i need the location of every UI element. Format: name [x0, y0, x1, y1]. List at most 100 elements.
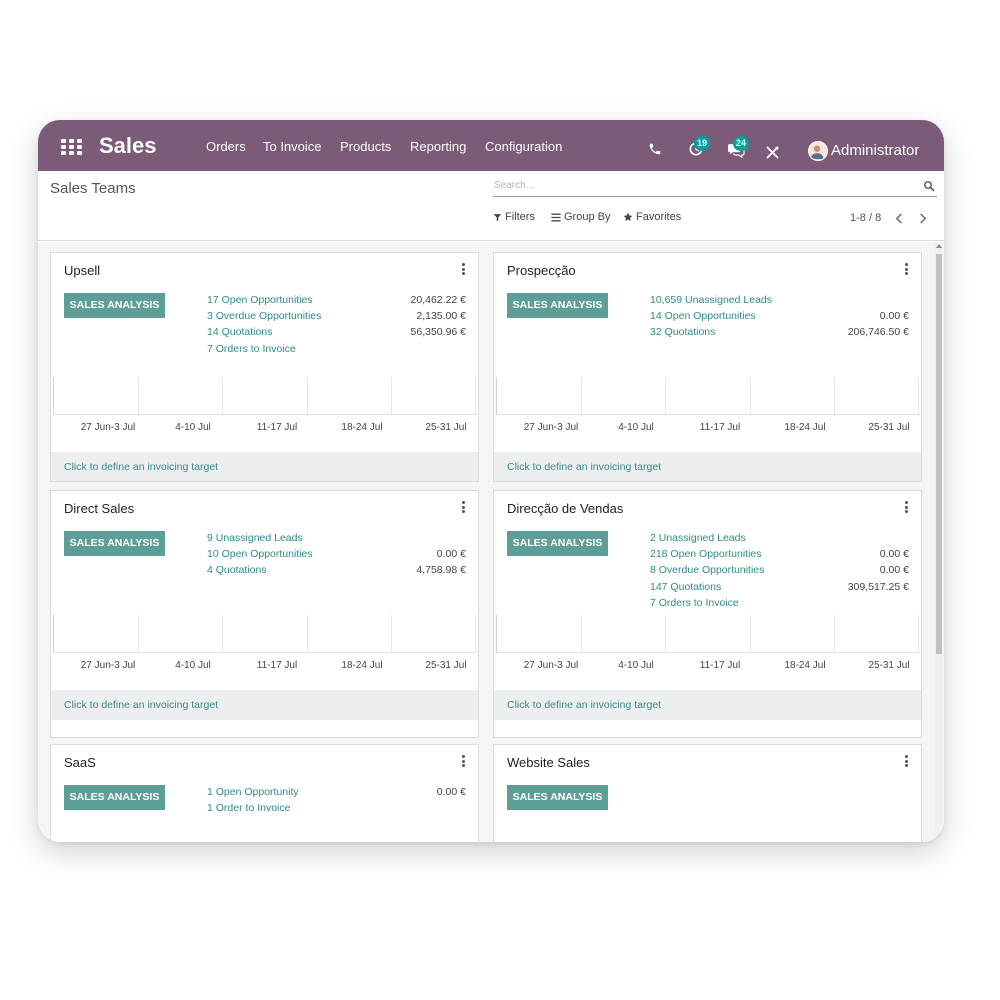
invoicing-target-link[interactable]: Click to define an invoicing target	[507, 699, 661, 711]
graph-gridline	[391, 615, 392, 653]
favorites-button[interactable]: Favorites	[623, 211, 681, 223]
graph-tick-label: 11-17 Jul	[256, 422, 298, 433]
sales-analysis-button[interactable]: SALES ANALYSIS	[507, 531, 608, 556]
graph-tick-label: 18-24 Jul	[341, 422, 383, 433]
stat-row: 4 Quotations 4,758.98 €	[207, 564, 466, 580]
card-menu-icon[interactable]	[461, 263, 465, 275]
app-title[interactable]: Sales	[99, 133, 157, 159]
debug-tools-icon[interactable]	[765, 145, 780, 160]
user-avatar[interactable]	[808, 141, 828, 161]
pager-previous-icon[interactable]	[895, 213, 904, 224]
card-menu-icon[interactable]	[904, 501, 908, 513]
invoicing-target-link[interactable]: Click to define an invoicing target	[64, 461, 218, 473]
graph-gridline	[138, 615, 139, 653]
stat-link[interactable]: 1 Open Opportunity	[207, 786, 299, 798]
search-icon[interactable]	[923, 180, 935, 192]
team-name[interactable]: Website Sales	[507, 755, 590, 770]
card-footer: Click to define an invoicing target	[51, 690, 478, 720]
team-stats: 17 Open Opportunities 20,462.22 € 3 Overdu…	[207, 294, 466, 359]
team-card[interactable]: Direct Sales SALES ANALYSIS 9 Unassigned L…	[50, 490, 479, 738]
stat-link[interactable]: 14 Quotations	[207, 326, 272, 338]
stat-link[interactable]: 9 Unassigned Leads	[207, 532, 303, 544]
phone-icon[interactable]	[648, 142, 662, 156]
sales-analysis-button[interactable]: SALES ANALYSIS	[64, 531, 165, 556]
stat-link[interactable]: 147 Quotations	[650, 581, 721, 593]
graph-gridline	[475, 377, 476, 415]
graph-tick-label: 25-31 Jul	[868, 422, 910, 433]
sales-analysis-button[interactable]: SALES ANALYSIS	[507, 293, 608, 318]
sales-analysis-button[interactable]: SALES ANALYSIS	[64, 785, 165, 810]
stat-row: 14 Open Opportunities 0.00 €	[650, 310, 909, 326]
stat-link[interactable]: 8 Overdue Opportunities	[650, 564, 764, 576]
team-name[interactable]: Upsell	[64, 263, 100, 278]
team-card[interactable]: Direcção de Vendas SALES ANALYSIS 2 Unassi…	[493, 490, 922, 738]
scrollbar[interactable]	[935, 242, 943, 842]
team-name[interactable]: SaaS	[64, 755, 96, 770]
card-footer: Click to define an invoicing target	[51, 452, 478, 481]
menu-reporting[interactable]: Reporting	[410, 139, 466, 154]
pager-value[interactable]: 1-8 / 8	[850, 212, 881, 224]
search-input[interactable]	[494, 180, 914, 191]
stat-link[interactable]: 218 Open Opportunities	[650, 548, 762, 560]
stat-row: 9 Unassigned Leads	[207, 532, 466, 548]
search-box	[493, 178, 937, 197]
stat-link[interactable]: 17 Open Opportunities	[207, 294, 313, 306]
card-footer: Click to define an invoicing target	[494, 690, 921, 720]
graph-gridline	[834, 377, 835, 415]
graph-tick-label: 25-31 Jul	[425, 422, 467, 433]
team-stats: 2 Unassigned Leads 218 Open Opportunities…	[650, 532, 909, 613]
card-menu-icon[interactable]	[904, 755, 908, 767]
user-name[interactable]: Administrator	[831, 142, 919, 159]
graph-tick-label: 27 Jun-3 Jul	[523, 660, 579, 671]
scroll-up-icon[interactable]	[936, 244, 942, 248]
graph-tick-label: 11-17 Jul	[699, 660, 741, 671]
stat-amount: 2,135.00 €	[416, 310, 466, 323]
star-icon	[623, 212, 633, 221]
graph-gridline	[307, 615, 308, 653]
stat-link[interactable]: 3 Overdue Opportunities	[207, 310, 321, 322]
sales-analysis-button[interactable]: SALES ANALYSIS	[507, 785, 608, 810]
graph-tick-label: 4-10 Jul	[175, 660, 211, 671]
team-card[interactable]: Upsell SALES ANALYSIS 17 Open Opportunitie…	[50, 252, 479, 482]
card-menu-icon[interactable]	[461, 755, 465, 767]
graph-gridline	[918, 377, 919, 415]
stat-link[interactable]: 2 Unassigned Leads	[650, 532, 746, 544]
team-name[interactable]: Direct Sales	[64, 501, 134, 516]
graph-axis	[53, 377, 54, 415]
scrollbar-thumb[interactable]	[936, 254, 942, 654]
invoicing-target-link[interactable]: Click to define an invoicing target	[507, 461, 661, 473]
filters-button[interactable]: Filters	[493, 211, 535, 223]
stat-link[interactable]: 14 Open Opportunities	[650, 310, 756, 322]
stat-link[interactable]: 10,659 Unassigned Leads	[650, 294, 772, 306]
team-card[interactable]: SaaS SALES ANALYSIS 1 Open Opportunity 0.00…	[50, 744, 479, 842]
card-menu-icon[interactable]	[461, 501, 465, 513]
graph-gridline	[581, 615, 582, 653]
graph-gridline	[307, 377, 308, 415]
graph-gridline	[665, 615, 666, 653]
apps-grid-icon[interactable]	[61, 139, 82, 155]
team-name[interactable]: Prospecção	[507, 263, 576, 278]
invoicing-target-link[interactable]: Click to define an invoicing target	[64, 699, 218, 711]
team-card[interactable]: Website SalesSALES ANALYSIS27 Jun-3 Jul4…	[493, 744, 922, 842]
stat-link[interactable]: 4 Quotations	[207, 564, 267, 576]
menu-configuration[interactable]: Configuration	[485, 139, 562, 154]
pager-next-icon[interactable]	[918, 213, 927, 224]
stat-link[interactable]: 7 Orders to Invoice	[207, 343, 296, 355]
graph-tick-label: 25-31 Jul	[425, 660, 467, 671]
stat-link[interactable]: 10 Open Opportunities	[207, 548, 313, 560]
menu-products[interactable]: Products	[340, 139, 391, 154]
sales-analysis-button[interactable]: SALES ANALYSIS	[64, 293, 165, 318]
team-name[interactable]: Direcção de Vendas	[507, 501, 623, 516]
stat-link[interactable]: 7 Orders to Invoice	[650, 597, 739, 609]
stat-link[interactable]: 32 Quotations	[650, 326, 715, 338]
stat-link[interactable]: 1 Order to Invoice	[207, 802, 290, 814]
stat-row: 10,659 Unassigned Leads	[650, 294, 909, 310]
group-by-button[interactable]: Group By	[551, 211, 610, 223]
stat-amount: 309,517.25 €	[847, 580, 909, 593]
stat-row: 14 Quotations 56,350.96 €	[207, 326, 466, 342]
menu-to-invoice[interactable]: To Invoice	[263, 139, 322, 154]
menu-orders[interactable]: Orders	[206, 139, 246, 154]
card-menu-icon[interactable]	[904, 263, 908, 275]
stat-row: 7 Orders to Invoice	[207, 343, 466, 359]
team-card[interactable]: Prospecção SALES ANALYSIS 10,659 Unassigne…	[493, 252, 922, 482]
